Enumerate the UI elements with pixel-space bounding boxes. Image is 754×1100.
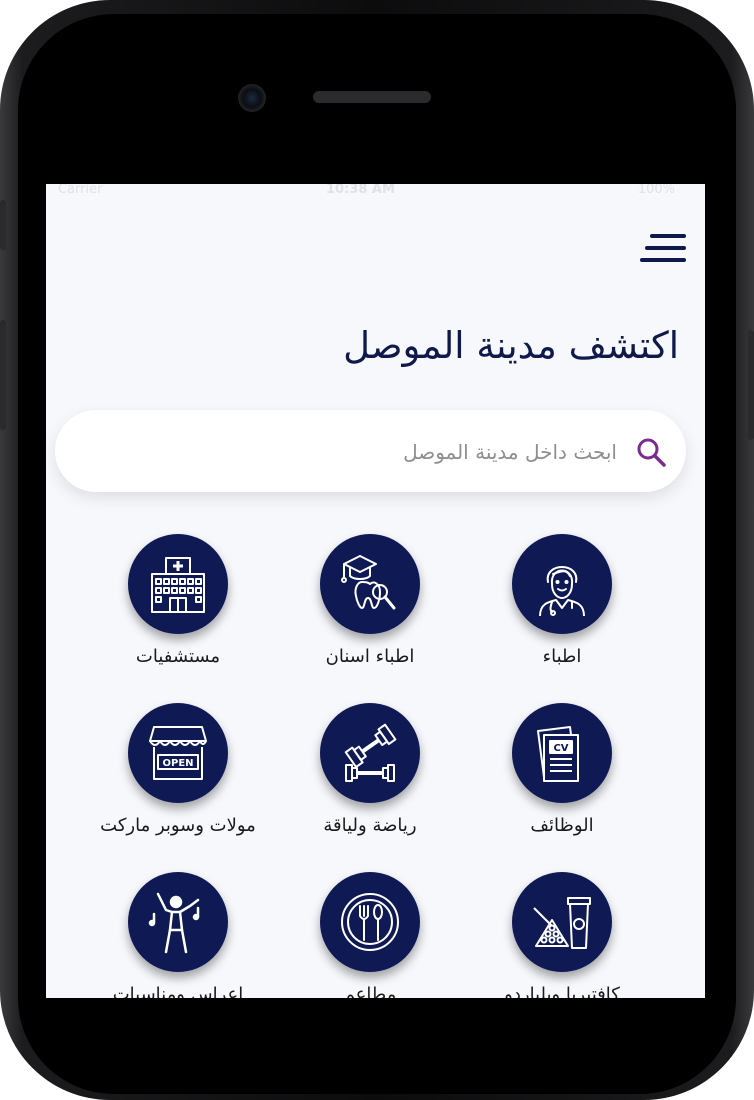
app-screen: Carrier 10:38 AM 100% اكتشف مدينة الموصل: [46, 184, 705, 998]
category-jobs[interactable]: CV الوظائف: [466, 703, 658, 853]
hospital-icon: [128, 534, 228, 634]
phone-side-button: [748, 330, 754, 440]
hamburger-menu-icon[interactable]: [640, 234, 694, 268]
category-label: اعراس ومناسبات: [112, 984, 244, 998]
status-time: 10:38 AM: [326, 184, 395, 197]
category-weddings-events[interactable]: اعراس ومناسبات: [82, 872, 274, 998]
front-camera: [238, 84, 266, 112]
cv-jobs-icon: CV: [512, 703, 612, 803]
svg-text:CV: CV: [553, 743, 568, 754]
search-icon[interactable]: [635, 436, 667, 468]
category-malls[interactable]: OPEN مولات وسوبر ماركت: [82, 703, 274, 853]
carrier-label: Carrier: [58, 184, 103, 197]
phone-side-button: [0, 200, 6, 250]
category-cafeteria-billiards[interactable]: كافتيريا وبلياردو: [466, 872, 658, 998]
category-dentists[interactable]: اطباء اسنان: [274, 534, 466, 684]
dumbbell-icon: [320, 703, 420, 803]
doctor-icon: [512, 534, 612, 634]
dentist-icon: [320, 534, 420, 634]
category-label: مولات وسوبر ماركت: [100, 815, 256, 836]
category-restaurants[interactable]: مطاعم: [274, 872, 466, 998]
dancing-person-icon: [128, 872, 228, 972]
category-hospitals[interactable]: مستشفيات: [82, 534, 274, 684]
svg-text:OPEN: OPEN: [162, 758, 193, 769]
phone-side-button: [0, 320, 6, 430]
status-bar: Carrier 10:38 AM 100%: [46, 184, 705, 200]
earpiece-speaker: [313, 91, 431, 103]
battery-level: 100%: [637, 184, 675, 197]
category-label: مستشفيات: [135, 646, 221, 667]
category-doctors[interactable]: اطباء: [466, 534, 658, 684]
search-bar[interactable]: [55, 410, 686, 494]
open-shop-icon: OPEN: [128, 703, 228, 803]
restaurant-plate-icon: [320, 872, 420, 972]
search-input[interactable]: [85, 410, 619, 494]
page-title: اكتشف مدينة الموصل: [343, 324, 679, 367]
category-sports[interactable]: رياضة ولياقة: [274, 703, 466, 853]
billiard-coffee-icon: [512, 872, 612, 972]
